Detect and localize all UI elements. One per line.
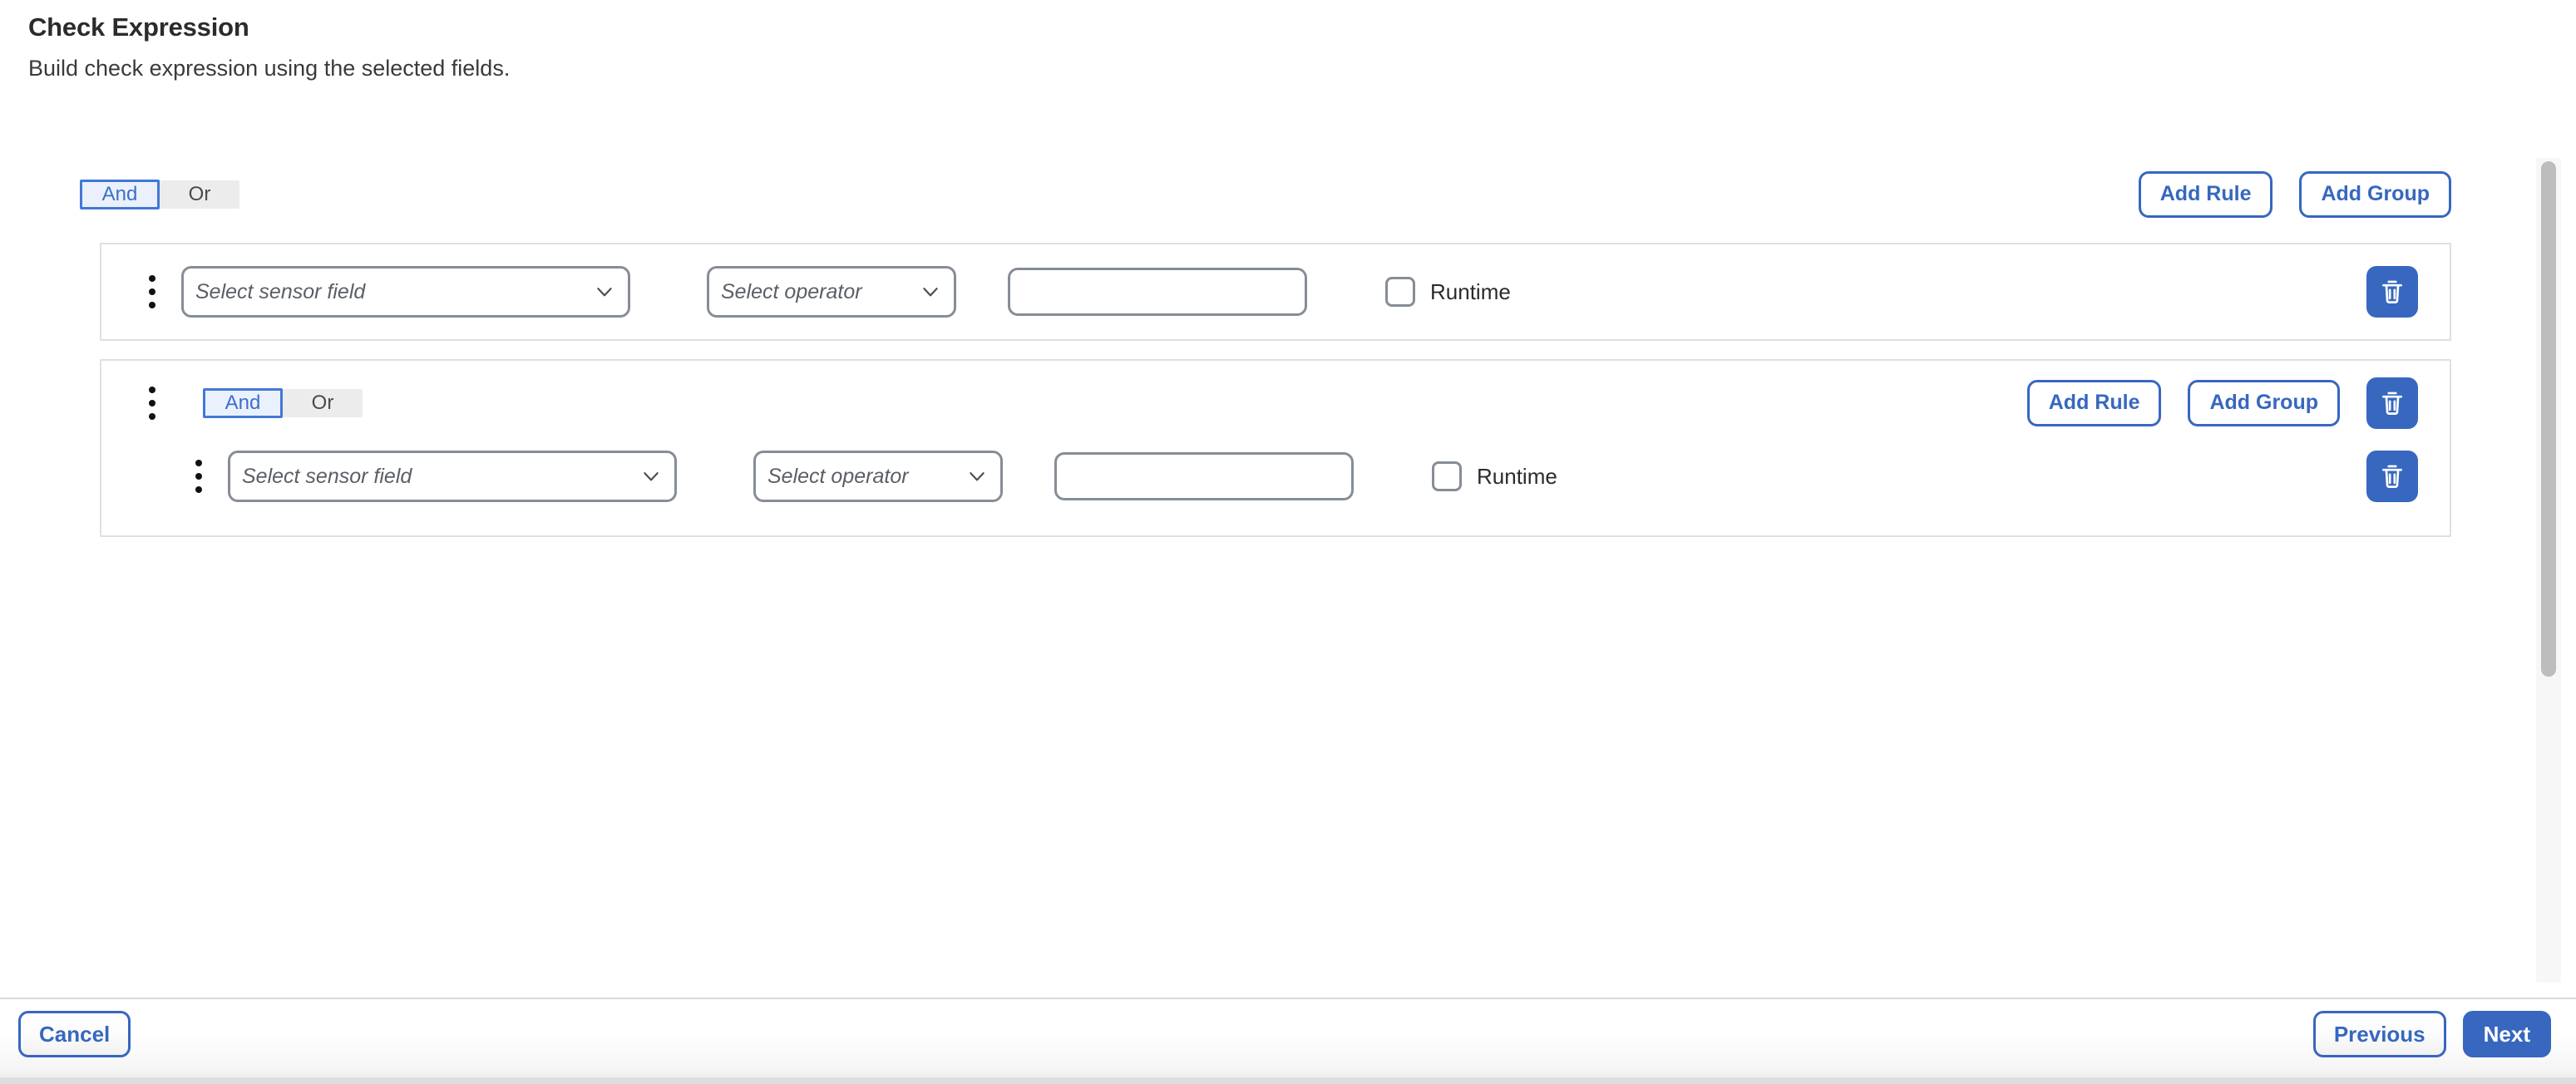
sensor-field-select[interactable]: Select sensor field (181, 266, 630, 318)
page-subtitle: Build check expression using the selecte… (28, 56, 511, 81)
nested-delete-rule-button[interactable] (2366, 451, 2418, 502)
page-header: Check Expression Build check expression … (0, 0, 2576, 81)
delete-rule-button[interactable] (2366, 266, 2418, 318)
nested-add-group-button[interactable]: Add Group (2188, 380, 2340, 426)
nested-group-container: And Or Add Rule Add Group Select sensor … (100, 359, 2451, 537)
root-group-header: And Or Add Rule Add Group (0, 133, 2513, 224)
rule-row: Select sensor field Select operator Runt… (101, 244, 2450, 339)
root-add-rule-button[interactable]: Add Rule (2138, 171, 2273, 218)
expression-builder: And Or Add Rule Add Group Select sensor … (0, 133, 2513, 537)
nested-runtime-label: Runtime (1477, 464, 1557, 489)
nested-group-actions: Add Rule Add Group (2026, 377, 2418, 429)
trash-icon (2382, 392, 2402, 415)
nested-runtime-checkbox-group[interactable]: Runtime (1432, 461, 1557, 491)
next-button[interactable]: Next (2462, 1010, 2551, 1058)
root-combinator-toggle[interactable]: And Or (80, 180, 239, 209)
cancel-button[interactable]: Cancel (18, 1010, 131, 1058)
vertical-scrollbar-track[interactable] (2536, 158, 2561, 983)
vertical-scrollbar-thumb[interactable] (2541, 161, 2556, 677)
drag-dots-icon[interactable] (138, 275, 166, 308)
check-expression-page: Check Expression Build check expression … (0, 0, 2576, 1084)
root-combinator-and[interactable]: And (80, 180, 160, 209)
drag-dots-icon[interactable] (138, 387, 166, 420)
operator-select-wrap: Select operator (707, 266, 956, 318)
nested-operator-select[interactable]: Select operator (753, 451, 1003, 502)
runtime-label: Runtime (1430, 279, 1511, 304)
root-group-actions: Add Rule Add Group (2138, 171, 2451, 218)
rule-container: Select sensor field Select operator Runt… (100, 243, 2451, 341)
wizard-footer: Cancel Previous Next (0, 998, 2576, 1084)
previous-button[interactable]: Previous (2312, 1010, 2446, 1058)
nested-operator-select-wrap: Select operator (753, 451, 1003, 502)
page-title: Check Expression (28, 12, 249, 42)
root-add-group-button[interactable]: Add Group (2299, 171, 2451, 218)
rule-value-input[interactable] (1008, 268, 1307, 316)
nested-rule-value-input[interactable] (1054, 452, 1354, 500)
sensor-field-select-wrap: Select sensor field (181, 266, 630, 318)
operator-select[interactable]: Select operator (707, 266, 956, 318)
runtime-checkbox[interactable] (1385, 277, 1415, 307)
nested-runtime-checkbox[interactable] (1432, 461, 1462, 491)
nested-combinator-or[interactable]: Or (283, 389, 363, 417)
trash-icon (2382, 465, 2402, 488)
drag-dots-icon[interactable] (185, 460, 213, 493)
runtime-checkbox-group[interactable]: Runtime (1385, 277, 1511, 307)
nested-add-rule-button[interactable]: Add Rule (2026, 380, 2162, 426)
root-combinator-or[interactable]: Or (160, 180, 239, 209)
nested-combinator-and[interactable]: And (203, 388, 283, 418)
delete-group-button[interactable] (2366, 377, 2418, 429)
nested-sensor-field-select-wrap: Select sensor field (228, 451, 677, 502)
nested-group-header-left: And Or (138, 387, 363, 420)
trash-icon (2382, 280, 2402, 303)
nested-group-header: And Or Add Rule Add Group (101, 361, 2450, 437)
wizard-nav-buttons: Previous Next (2312, 1010, 2551, 1058)
nested-sensor-field-select[interactable]: Select sensor field (228, 451, 677, 502)
expression-builder-scroll-area[interactable]: And Or Add Rule Add Group Select sensor … (0, 133, 2576, 998)
nested-combinator-toggle[interactable]: And Or (203, 388, 363, 418)
nested-rule-row: Select sensor field Select operator Runt… (101, 437, 2450, 535)
